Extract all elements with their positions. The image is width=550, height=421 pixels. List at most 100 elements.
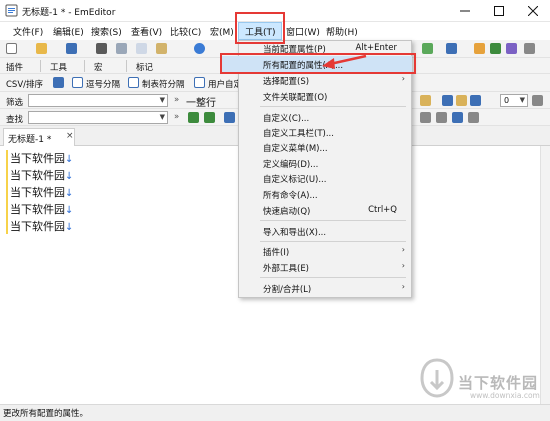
user-defined-button[interactable]: 用户自定 [208, 78, 242, 90]
menu-edit[interactable]: 编辑(E) [53, 25, 84, 38]
find-option-c[interactable] [452, 112, 463, 123]
filter-combobox[interactable]: ▼ [28, 94, 168, 107]
menu-separator [260, 241, 406, 242]
chevron-down-icon: ▼ [159, 96, 165, 104]
menu-file[interactable]: 文件(F) [13, 25, 43, 38]
menu-external-tools[interactable]: 外部工具(E) › [239, 260, 411, 275]
minimize-button[interactable] [448, 0, 482, 22]
menu-view[interactable]: 查看(V) [131, 25, 162, 38]
toolbar-icon-e[interactable] [506, 43, 517, 54]
eol-mark-icon: ↓ [65, 188, 74, 199]
chevron-right-icon: » [174, 112, 180, 122]
window-title: 无标题-1 * - EmEditor [22, 8, 116, 18]
filter-icon-e[interactable] [532, 95, 543, 106]
tab-separated-button[interactable]: 制表符分隔 [142, 78, 185, 90]
modified-lines-marker [6, 150, 8, 234]
menu-file-association-config[interactable]: 文件关联配置(O) [239, 89, 411, 104]
csv-sort-label[interactable]: CSV/排序 [6, 78, 43, 90]
chevron-down-icon: ▼ [159, 113, 165, 121]
toolbar-icon-f[interactable] [524, 43, 535, 54]
emeditor-app-icon [5, 4, 18, 17]
filter-label: 筛选 [6, 98, 24, 108]
editor-line: 当下软件园↓ [10, 220, 74, 233]
filter-icon-b[interactable] [442, 95, 453, 106]
toolbar-icon-a[interactable] [422, 43, 433, 54]
watermark-text: 当下软件园 [458, 374, 539, 392]
tools-menu-annotation-box [235, 12, 285, 44]
menu-define-encoding[interactable]: 定义编码(D)... [239, 156, 411, 171]
find-option-d[interactable] [468, 112, 479, 123]
submenu-arrow-icon: › [401, 74, 405, 83]
save-icon[interactable] [66, 43, 77, 54]
toolbar-icon-c[interactable] [474, 43, 485, 54]
new-file-icon[interactable] [6, 43, 17, 54]
chevron-right-icon: » [174, 95, 180, 105]
menu-search[interactable]: 搜索(S) [91, 25, 122, 38]
find-prev-icon[interactable] [188, 112, 199, 123]
document-tab[interactable]: 无标题-1 * × [3, 128, 75, 146]
menu-customize-toolbar[interactable]: 自定义工具栏(T)... [239, 125, 411, 140]
menu-customize-menu[interactable]: 自定义菜单(M)... [239, 140, 411, 155]
eol-mark-icon: ↓ [65, 154, 74, 165]
editor-line: 当下软件园↓ [10, 169, 74, 182]
submenu-arrow-icon: › [401, 245, 405, 254]
tools-label[interactable]: 工具 [50, 61, 67, 73]
menu-help[interactable]: 帮助(H) [326, 25, 358, 38]
find-next-icon[interactable] [204, 112, 215, 123]
separator [126, 60, 127, 72]
menu-quick-launch[interactable]: 快速启动(Q) Ctrl+Q [239, 203, 411, 218]
menu-split-merge[interactable]: 分割/合并(L) › [239, 281, 411, 296]
user-defined-icon [194, 77, 205, 88]
find-combobox[interactable]: ▼ [28, 111, 168, 124]
menu-separator [260, 106, 406, 107]
separator [40, 60, 41, 72]
comma-separated-button[interactable]: 逗号分隔 [86, 78, 120, 90]
menu-plugins[interactable]: 插件(I) › [239, 244, 411, 259]
toolbar-icon-d[interactable] [490, 43, 501, 54]
paste-icon[interactable] [156, 43, 167, 54]
find-label: 查找 [6, 115, 24, 125]
copy-icon[interactable] [136, 43, 147, 54]
filter-icon-a[interactable] [420, 95, 431, 106]
menu-macro[interactable]: 宏(M) [210, 25, 234, 38]
filter-icon-c[interactable] [456, 95, 467, 106]
close-button[interactable] [516, 0, 550, 22]
menu-import-export[interactable]: 导入和导出(X)... [239, 224, 411, 239]
menu-separator [260, 277, 406, 278]
maximize-button[interactable] [482, 0, 516, 22]
vertical-scrollbar[interactable] [540, 146, 550, 404]
menu-select-config[interactable]: 选择配置(S) › [239, 73, 411, 88]
minimize-icon [460, 10, 470, 12]
menu-customize[interactable]: 自定义(C)... [239, 110, 411, 125]
filter-icon-d[interactable] [470, 95, 481, 106]
find-option-a[interactable] [420, 112, 431, 123]
close-icon [528, 6, 538, 16]
menu-customize-marks[interactable]: 自定义标记(U)... [239, 171, 411, 186]
document-tab-label: 无标题-1 * [8, 135, 52, 145]
menu-window[interactable]: 窗口(W) [286, 25, 320, 38]
search-icon[interactable] [224, 112, 235, 123]
maximize-icon [494, 6, 504, 16]
separator [84, 60, 85, 72]
status-text: 更改所有配置的属性。 [3, 409, 89, 419]
menu-compare[interactable]: 比较(C) [170, 25, 201, 38]
marks-label[interactable]: 标记 [136, 61, 153, 73]
watermark-url: www.downxia.com [470, 391, 540, 400]
print-icon[interactable] [96, 43, 107, 54]
toolbar-icon-b[interactable] [446, 43, 457, 54]
undo-icon[interactable] [194, 43, 205, 54]
comma-icon [72, 77, 83, 88]
number-combobox[interactable]: 0 ▼ [500, 94, 528, 107]
macros-label[interactable]: 宏 [94, 61, 103, 73]
cut-icon[interactable] [116, 43, 127, 54]
eol-mark-icon: ↓ [65, 171, 74, 182]
open-folder-icon[interactable] [36, 43, 47, 54]
whole-line-option[interactable]: 一整行 [186, 94, 216, 109]
find-option-b[interactable] [436, 112, 447, 123]
plugins-label[interactable]: 插件 [6, 61, 23, 73]
watermark-logo [420, 358, 454, 398]
menu-all-commands[interactable]: 所有命令(A)... [239, 187, 411, 202]
close-tab-icon[interactable]: × [66, 131, 74, 141]
csv-grid-icon[interactable] [53, 77, 64, 88]
chevron-down-icon: ▼ [519, 96, 525, 104]
